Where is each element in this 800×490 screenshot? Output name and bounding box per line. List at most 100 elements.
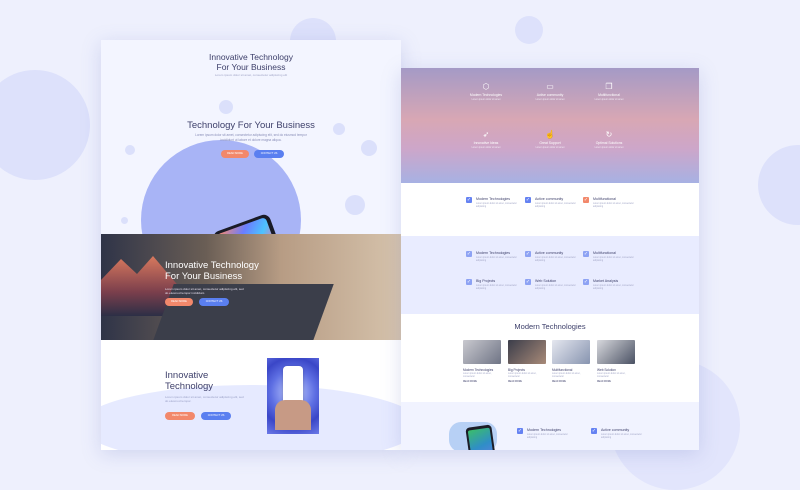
decor-dot bbox=[121, 217, 128, 224]
check-icon: ✓ bbox=[525, 251, 531, 257]
features-grid-band bbox=[401, 236, 699, 314]
hero-read-more-button[interactable]: READ MORE bbox=[221, 150, 249, 158]
background-bubble bbox=[0, 70, 90, 180]
check-item: ✓ Big Projects Lorem ipsum dolor sit amet,… bbox=[466, 279, 522, 299]
check-icon: ✓ bbox=[525, 197, 531, 203]
decor-dot bbox=[361, 140, 377, 156]
check-desc: Lorem ipsum dolor sit amet, consectetur … bbox=[593, 285, 634, 290]
card-title: Web Solution bbox=[597, 368, 616, 372]
feature-label: Innovative Ideas bbox=[473, 141, 499, 145]
hand-image bbox=[275, 400, 311, 430]
check-label: Market Analysis bbox=[593, 279, 619, 283]
photo-contact-button[interactable]: CONTACT US bbox=[199, 298, 229, 306]
check-icon: ✓ bbox=[466, 197, 472, 203]
check-label: Modern Technologies bbox=[476, 251, 511, 255]
innovative-contact-button[interactable]: CONTACT US bbox=[201, 412, 231, 420]
feature-item: ➶ Innovative Ideas Lorem ipsum dolor sit a… bbox=[451, 130, 521, 149]
innovative-section: Innovative Technology Lorem ipsum dolor … bbox=[101, 340, 401, 450]
card-image bbox=[463, 340, 501, 364]
technology-card[interactable]: Multifunctional Lorem ipsum dolor sit ame… bbox=[552, 340, 590, 383]
card-read-more-link[interactable]: READ MORE bbox=[597, 381, 635, 383]
decor-dot bbox=[219, 100, 233, 114]
innovative-text: Lorem ipsum dolor sit amet, consectetur … bbox=[165, 395, 244, 403]
check-item: ✓ Market Analysis Lorem ipsum dolor sit am… bbox=[583, 279, 639, 299]
check-desc: Lorem ipsum dolor sit amet, consectetur … bbox=[476, 257, 517, 262]
technology-card[interactable]: Web Solution Lorem ipsum dolor sit amet, … bbox=[597, 340, 635, 383]
card-image bbox=[552, 340, 590, 364]
section-wave bbox=[101, 385, 401, 450]
check-label: Big Projects bbox=[476, 279, 496, 283]
check-item: ✓ Multifunctional Lorem ipsum dolor sit am… bbox=[583, 251, 639, 271]
check-desc: Lorem ipsum dolor sit amet, consectetur … bbox=[476, 285, 517, 290]
check-label: Active community bbox=[535, 251, 564, 255]
check-icon: ✓ bbox=[466, 251, 472, 257]
hero-text: Lorem ipsum dolor sit amet, consectetur … bbox=[195, 133, 307, 142]
check-label: Web Solution bbox=[535, 279, 557, 283]
check-icon: ✓ bbox=[517, 428, 523, 434]
photo-section-text: Lorem ipsum dolor sit amet, consectetur … bbox=[165, 287, 244, 295]
check-icon: ✓ bbox=[583, 251, 589, 257]
hero-contact-button[interactable]: CONTACT US bbox=[254, 150, 284, 158]
check-item: ✓ Active community Lorem ipsum dolor sit a… bbox=[525, 251, 581, 271]
check-desc: Lorem ipsum dolor sit amet, consectetur … bbox=[593, 257, 634, 262]
decor-dot bbox=[125, 145, 135, 155]
header-title: Innovative Technology For Your Business bbox=[209, 52, 293, 72]
technology-card[interactable]: Modern Technologies Lorem ipsum dolor sit… bbox=[463, 340, 501, 383]
check-label: Multifunctional bbox=[593, 251, 616, 255]
refresh-icon: ↻ bbox=[605, 130, 613, 139]
card-title: Modern Technologies bbox=[463, 368, 494, 372]
innovative-read-more-button[interactable]: READ MORE bbox=[165, 412, 195, 420]
hero-title: Technology For Your Business bbox=[187, 120, 315, 131]
check-icon: ✓ bbox=[583, 197, 589, 203]
technology-card[interactable]: Big Projects Lorem ipsum dolor sit amet, … bbox=[508, 340, 546, 383]
feature-subtext: Lorem ipsum dolor sit amet bbox=[471, 98, 501, 101]
decor-dot bbox=[345, 195, 365, 215]
check-item: ✓ Modern Technologies Lorem ipsum dolor si… bbox=[466, 251, 522, 271]
feature-subtext: Lorem ipsum dolor sit amet bbox=[594, 146, 624, 149]
background-bubble bbox=[515, 16, 543, 44]
feature-label: Multifunctional bbox=[598, 93, 620, 97]
card-desc: Lorem ipsum dolor sit amet, consectetur bbox=[597, 373, 626, 378]
feature-subtext: Lorem ipsum dolor sit amet bbox=[471, 146, 501, 149]
check-item: ✓ Active community Lorem ipsum dolor sit… bbox=[525, 197, 576, 208]
card-title: Multifunctional bbox=[552, 368, 573, 372]
modern-technologies-title: Modern Technologies bbox=[514, 322, 586, 331]
card-read-more-link[interactable]: READ MORE bbox=[463, 381, 501, 383]
feature-subtext: Lorem ipsum dolor sit amet bbox=[594, 98, 624, 101]
laptop-photo-section: Innovative Technology For Your Business … bbox=[101, 234, 401, 340]
check-item: ✓ Active community Lorem ipsum dolor sit… bbox=[591, 428, 642, 439]
card-desc: Lorem ipsum dolor sit amet, consectetur bbox=[552, 373, 581, 378]
feature-item: ❐ Multifunctional Lorem ipsum dolor sit am… bbox=[574, 82, 644, 101]
check-desc: Lorem ipsum dolor sit amet, consectetur … bbox=[535, 257, 576, 262]
innovative-title: Innovative Technology bbox=[165, 370, 214, 392]
right-page-mockup: ⬡ Modern Technologies Lorem ipsum dolor si… bbox=[401, 68, 699, 450]
card-desc: Lorem ipsum dolor sit amet, consectetur bbox=[463, 373, 492, 378]
check-icon: ✓ bbox=[591, 428, 597, 434]
left-page-mockup: Innovative Technology For Your Business … bbox=[101, 40, 401, 450]
card-read-more-link[interactable]: READ MORE bbox=[552, 381, 590, 383]
card-title: Big Projects bbox=[508, 368, 526, 372]
check-icon: ✓ bbox=[525, 279, 531, 285]
card-image bbox=[508, 340, 546, 364]
rocket-icon: ➶ bbox=[482, 130, 490, 139]
feature-item: ↻ Optimal Solutions Lorem ipsum dolor sit … bbox=[574, 130, 644, 149]
check-item: ✓ Web Solution Lorem ipsum dolor sit amet,… bbox=[525, 279, 581, 299]
card-desc: Lorem ipsum dolor sit amet, consectetur bbox=[508, 373, 537, 378]
feature-label: Optimal Solutions bbox=[595, 141, 623, 145]
check-icon: ✓ bbox=[583, 279, 589, 285]
photo-read-more-button[interactable]: READ MORE bbox=[165, 298, 193, 306]
check-desc: Lorem ipsum dolor sit amet, consectetur … bbox=[535, 285, 576, 290]
check-item: ✓ Multifunctional Lorem ipsum dolor sit … bbox=[583, 197, 634, 208]
feature-item: ⬡ Modern Technologies Lorem ipsum dolor si… bbox=[451, 82, 521, 101]
card-image bbox=[597, 340, 635, 364]
hero-section: Technology For Your Business Lorem ipsum… bbox=[101, 95, 401, 300]
check-item: ✓ Modern Technologies Lorem ipsum dolor … bbox=[517, 428, 568, 439]
check-icon: ✓ bbox=[466, 279, 472, 285]
header-subtitle: Lorem ipsum dolor sit amet, consectetur … bbox=[214, 73, 288, 77]
card-read-more-link[interactable]: READ MORE bbox=[508, 381, 546, 383]
cube-icon: ⬡ bbox=[482, 82, 490, 91]
layers-icon: ❐ bbox=[605, 82, 613, 91]
background-bubble bbox=[758, 145, 800, 225]
photo-section-title: Innovative Technology For Your Business bbox=[165, 260, 259, 282]
feature-label: Modern Technologies bbox=[469, 93, 503, 97]
